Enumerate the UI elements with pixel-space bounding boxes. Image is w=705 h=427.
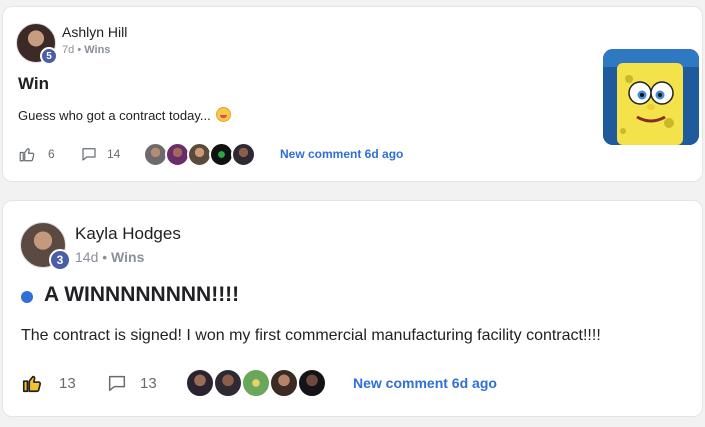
author-name[interactable]: Ashlyn Hill <box>62 24 127 40</box>
level-number: 5 <box>46 50 52 62</box>
post-meta: 7d • Wins <box>62 44 110 56</box>
like-button[interactable]: 6 <box>18 145 55 163</box>
comment-button[interactable]: 14 <box>80 145 120 163</box>
commenter-avatar[interactable] <box>231 142 256 167</box>
level-badge: 5 <box>40 47 58 65</box>
grinning-face-emoji-icon <box>216 107 232 122</box>
level-number: 3 <box>56 253 64 267</box>
like-button[interactable]: 13 <box>21 372 76 394</box>
thumbs-up-filled-icon <box>22 375 42 393</box>
comment-bubble-icon <box>82 148 96 161</box>
post-age: 14d <box>75 249 99 265</box>
post-body-text: Guess who got a contract today... <box>18 108 211 123</box>
post-card[interactable]: 3 Kayla Hodges 14d • Wins A WINNNNNNNN!!… <box>2 200 703 417</box>
meta-separator: • <box>77 44 82 56</box>
post-thumbnail[interactable] <box>603 49 699 145</box>
commenter-avatar[interactable] <box>297 368 327 398</box>
author-name[interactable]: Kayla Hodges <box>75 224 181 244</box>
like-count: 13 <box>59 374 76 392</box>
comment-count: 13 <box>140 374 157 392</box>
post-title[interactable]: A WINNNNNNNN!!!! <box>44 283 239 307</box>
post-category[interactable]: Wins <box>111 249 144 265</box>
post-meta: 14d • Wins <box>75 249 144 265</box>
thumbs-up-icon <box>19 148 35 162</box>
commenter-avatar[interactable] <box>185 368 215 398</box>
comment-button[interactable]: 13 <box>106 372 157 394</box>
commenter-avatar[interactable] <box>241 368 271 398</box>
post-card[interactable]: 5 Ashlyn Hill 7d • Wins Win Guess who go… <box>2 6 703 182</box>
comment-count: 14 <box>107 147 121 161</box>
new-comment-link[interactable]: New comment 6d ago <box>353 375 497 391</box>
post-body: Guess who got a contract today... <box>18 107 232 123</box>
level-badge: 3 <box>49 249 71 271</box>
post-title[interactable]: Win <box>18 74 49 94</box>
post-category[interactable]: Wins <box>84 44 110 56</box>
post-age: 7d <box>62 44 75 56</box>
comment-bubble-icon <box>108 375 126 392</box>
cartoon-sponge-thumbnail-icon <box>603 49 699 145</box>
commenter-avatar[interactable] <box>269 368 299 398</box>
new-comment-link[interactable]: New comment 6d ago <box>280 147 403 161</box>
like-count: 6 <box>48 147 55 161</box>
commenter-avatar[interactable] <box>213 368 243 398</box>
meta-separator: • <box>102 249 108 265</box>
post-body: The contract is signed! I won my first c… <box>21 327 601 344</box>
unread-indicator <box>21 291 33 303</box>
